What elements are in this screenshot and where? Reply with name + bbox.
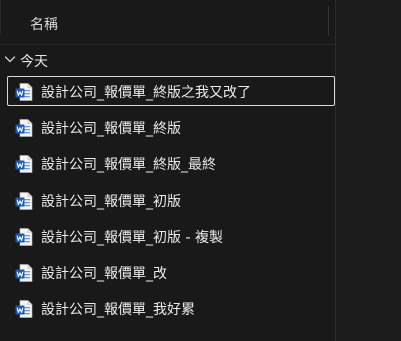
- file-name: 設計公司_報價單_初版 - 複製: [41, 230, 223, 246]
- word-document-icon: [15, 119, 33, 137]
- file-name: 設計公司_報價單_終版: [41, 121, 181, 137]
- file-name: 設計公司_報價單_初版: [41, 194, 181, 210]
- column-header-name[interactable]: 名稱: [30, 14, 58, 34]
- file-row[interactable]: 設計公司_報價單_初版 - 複製: [7, 221, 335, 251]
- file-row[interactable]: 設計公司_報價單_初版: [7, 185, 335, 215]
- group-header-today[interactable]: 今天: [0, 48, 335, 72]
- word-document-icon: [15, 228, 33, 246]
- word-document-icon: [15, 192, 33, 210]
- column-header: 名稱: [0, 0, 335, 45]
- column-divider: [0, 0, 1, 34]
- chevron-down-icon[interactable]: [2, 51, 18, 67]
- column-resize-handle[interactable]: [328, 6, 329, 36]
- file-row[interactable]: 設計公司_報價單_終版_最終: [7, 148, 335, 178]
- word-document-icon: [15, 264, 33, 282]
- group-label: 今天: [20, 54, 48, 70]
- word-document-icon: [15, 83, 33, 101]
- file-name: 設計公司_報價單_我好累: [41, 302, 195, 318]
- file-name: 設計公司_報價單_終版之我又改了: [41, 85, 251, 101]
- word-document-icon: [15, 300, 33, 318]
- details-pane: [335, 0, 401, 341]
- file-row[interactable]: 設計公司_報價單_終版之我又改了: [7, 76, 335, 106]
- word-document-icon: [15, 155, 33, 173]
- file-name: 設計公司_報價單_終版_最終: [41, 157, 216, 173]
- file-list-pane: 名稱 今天 設計公司_報價單_終版之我又改了 設計公司_報價單_終版 設計公司_…: [0, 0, 335, 341]
- file-row[interactable]: 設計公司_報價單_改: [7, 257, 335, 287]
- file-row[interactable]: 設計公司_報價單_終版: [7, 112, 335, 142]
- file-row[interactable]: 設計公司_報價單_我好累: [7, 293, 335, 323]
- file-name: 設計公司_報價單_改: [41, 266, 167, 282]
